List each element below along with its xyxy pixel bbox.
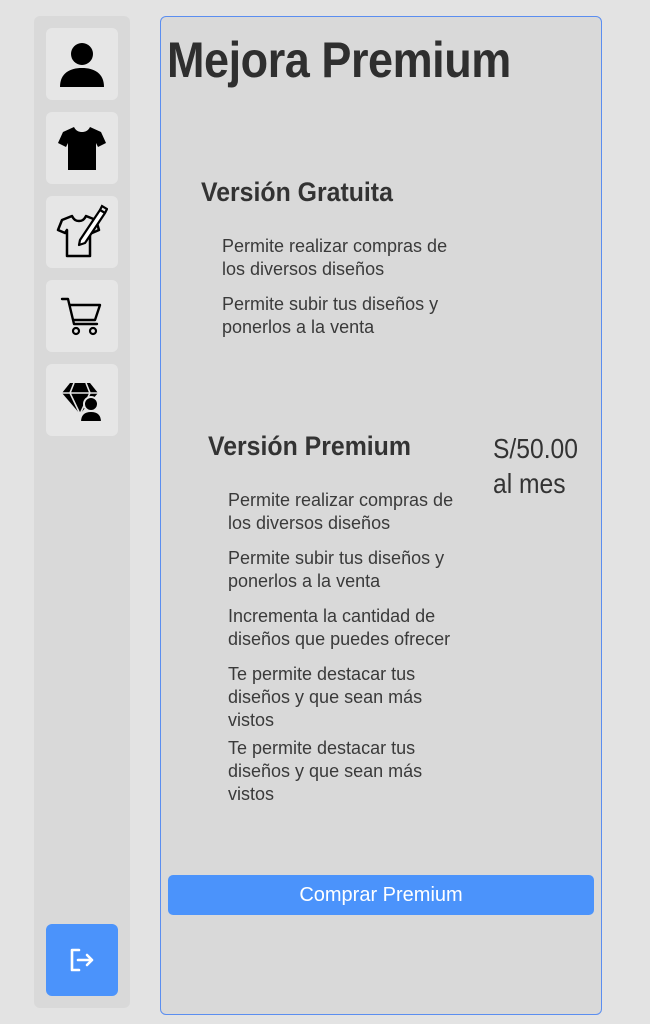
premium-panel: Mejora Premium Versión Gratuita Permite … — [160, 16, 602, 1015]
premium-price: S/50.00 al mes — [493, 431, 578, 501]
cart-icon — [60, 297, 102, 336]
premium-feature-item: Incrementa la cantidad de diseños que pu… — [228, 606, 451, 649]
sidebar-item-cart[interactable] — [46, 280, 118, 352]
sidebar-item-profile[interactable] — [46, 28, 118, 100]
free-feature-item: Permite subir tus diseños y ponerlos a l… — [222, 294, 439, 337]
premium-feature-item: Te permite destacar tus diseños y que se… — [228, 664, 423, 730]
design-tshirt-icon — [56, 204, 108, 258]
sidebar-item-premium[interactable] — [46, 364, 118, 436]
premium-version-heading: Versión Premium — [208, 431, 411, 461]
user-icon — [60, 43, 104, 87]
premium-feature-item: Te permite destacar tus diseños y que se… — [228, 738, 423, 804]
page-title: Mejora Premium — [167, 32, 511, 88]
logout-icon — [70, 948, 94, 972]
sidebar-item-design[interactable] — [46, 196, 118, 268]
premium-diamond-user-icon — [62, 382, 104, 422]
sidebar-item-shirts[interactable] — [46, 112, 118, 184]
buy-premium-button[interactable]: Comprar Premium — [168, 875, 594, 915]
logout-button[interactable] — [46, 924, 118, 996]
tshirt-icon — [58, 127, 106, 170]
sidebar — [34, 16, 130, 1008]
premium-feature-item: Permite subir tus diseños y ponerlos a l… — [228, 548, 445, 591]
free-feature-item: Permite realizar compras de los diversos… — [222, 236, 448, 279]
price-period: al mes — [493, 468, 566, 499]
price-amount: S/50.00 — [493, 433, 578, 464]
free-version-heading: Versión Gratuita — [201, 177, 393, 207]
premium-feature-item: Permite realizar compras de los diversos… — [228, 490, 454, 533]
